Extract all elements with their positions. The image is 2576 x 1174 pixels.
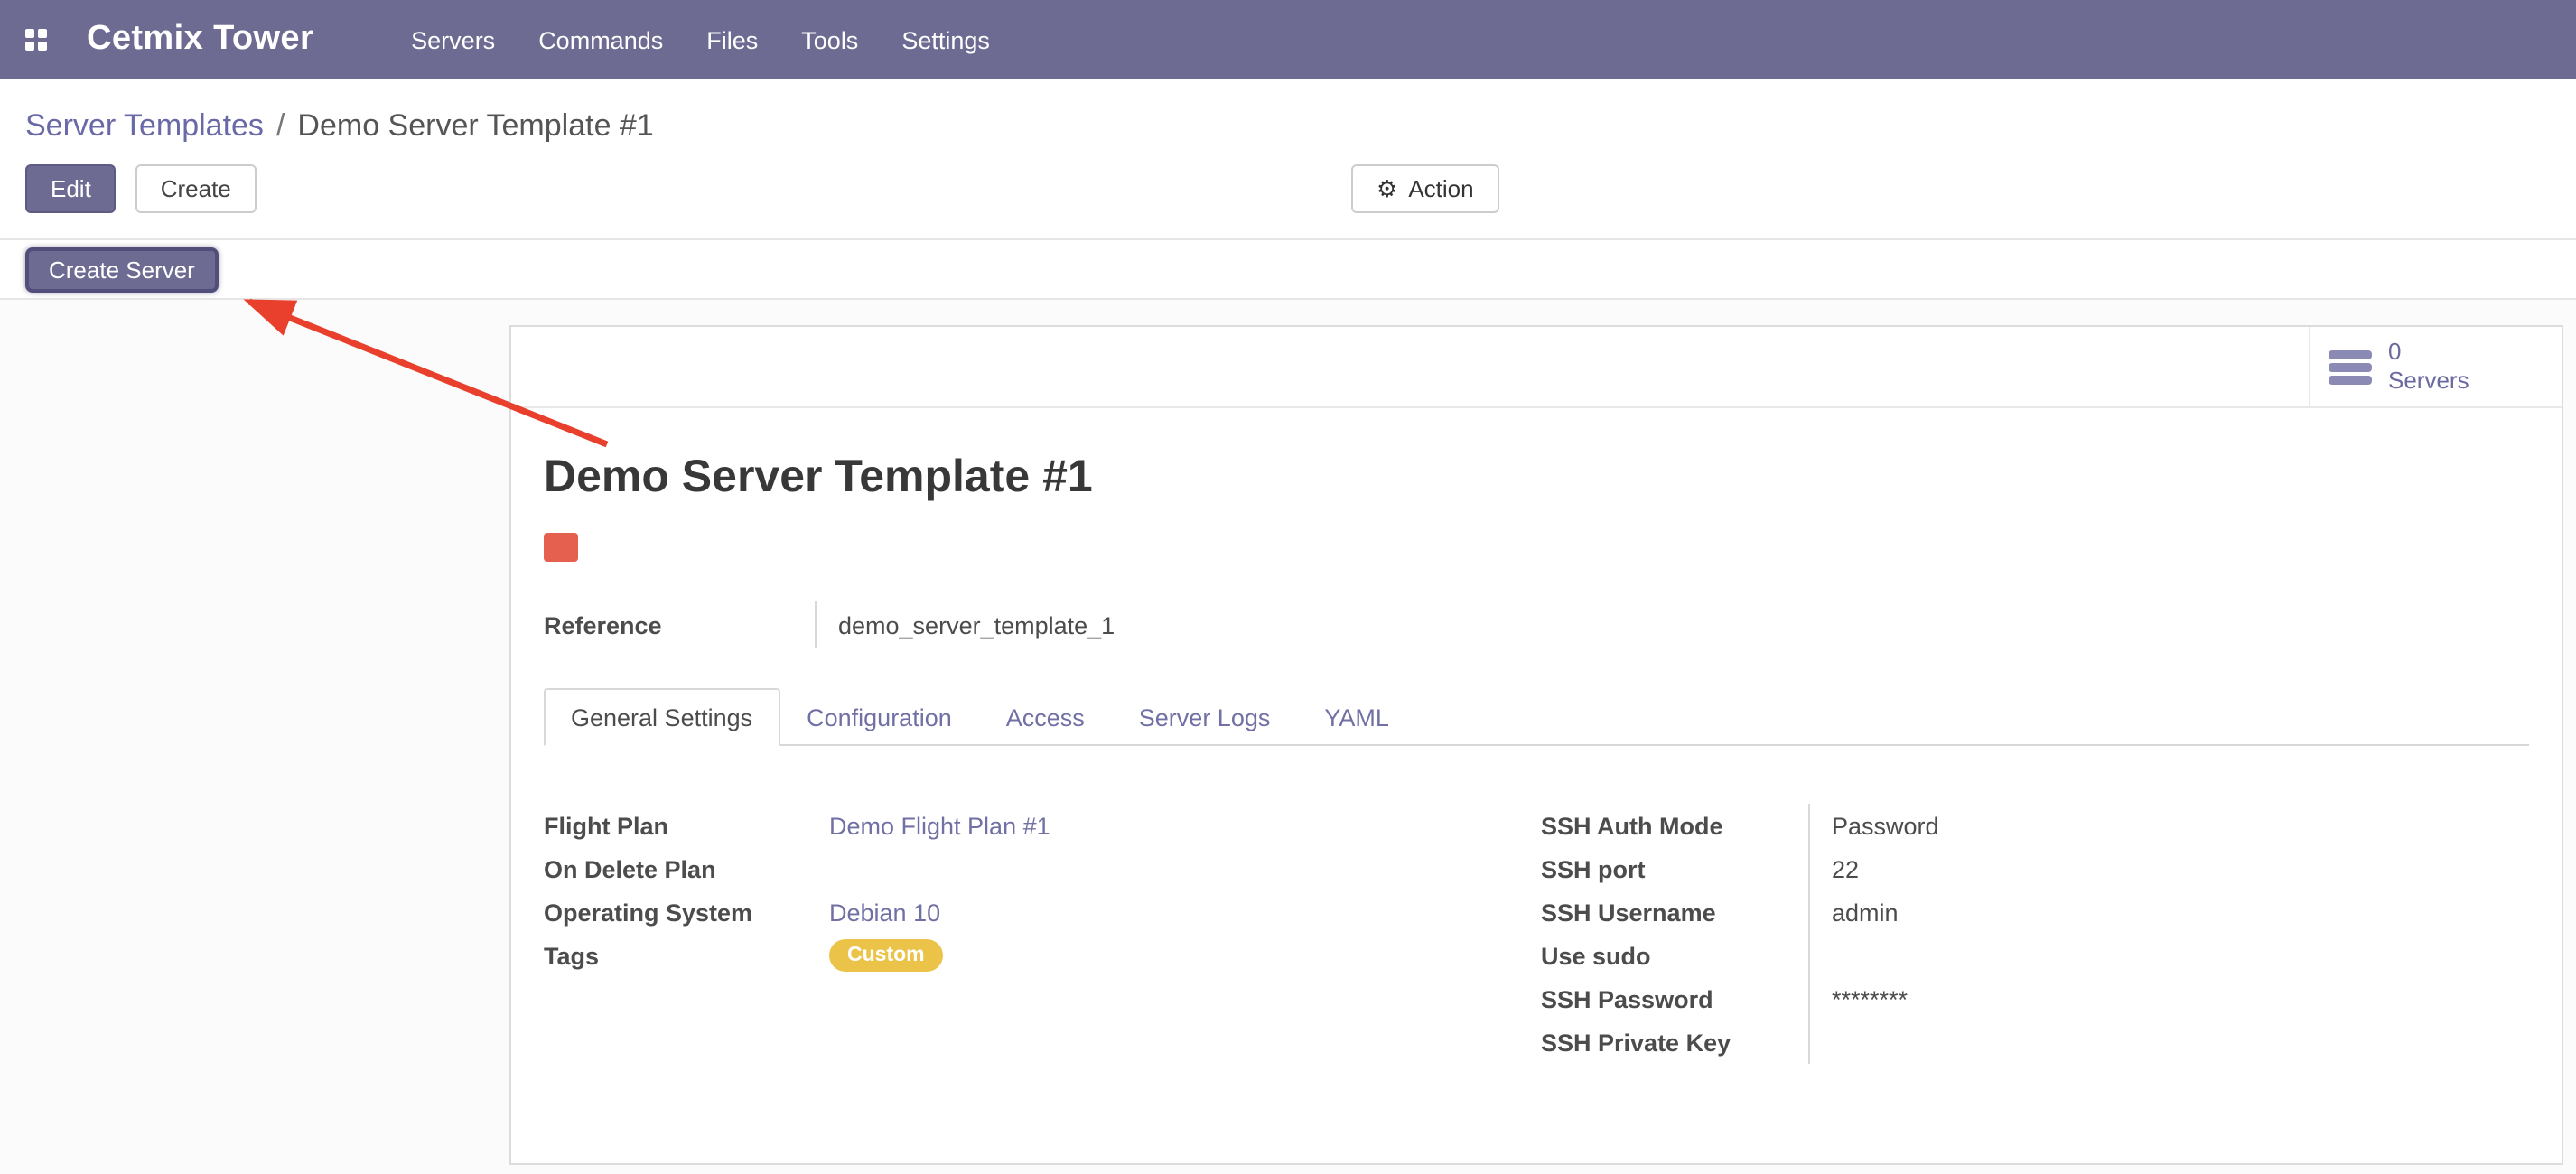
breadcrumb-link-server-templates[interactable]: Server Templates <box>25 108 264 144</box>
breadcrumb-current: Demo Server Template #1 <box>297 108 653 144</box>
tag-badge-custom[interactable]: Custom <box>829 938 943 972</box>
reference-label: Reference <box>544 611 815 638</box>
servers-icon <box>2329 349 2372 384</box>
top-navbar: Cetmix Tower Servers Commands Files Tool… <box>0 0 2576 79</box>
operating-system-value-link[interactable]: Debian 10 <box>829 899 940 926</box>
gear-icon: ⚙ <box>1377 177 1397 200</box>
ssh-username-value: admin <box>1832 899 1899 926</box>
create-server-button[interactable]: Create Server <box>25 247 219 293</box>
notebook-tabs: General Settings Configuration Access Se… <box>544 688 2529 746</box>
menu-item-tools[interactable]: Tools <box>779 1 880 79</box>
on-delete-plan-label: On Delete Plan <box>544 847 829 890</box>
toolbar: Edit Create ⚙ Action <box>0 164 2576 238</box>
ssh-password-label: SSH Password <box>1541 977 1808 1020</box>
servers-count-label: Servers <box>2388 367 2469 395</box>
menu-item-servers[interactable]: Servers <box>389 1 517 79</box>
edit-button[interactable]: Edit <box>25 164 117 213</box>
apps-grid-icon[interactable] <box>25 29 47 51</box>
ssh-values-divider: Password 22 admin ******** <box>1808 804 2529 1064</box>
breadcrumb: Server Templates / Demo Server Template … <box>0 79 2576 148</box>
ssh-port-value: 22 <box>1832 855 1859 882</box>
reference-value: demo_server_template_1 <box>838 611 1115 638</box>
tab-access[interactable]: Access <box>979 688 1112 744</box>
main-menu: Servers Commands Files Tools Settings <box>389 1 1012 79</box>
ssh-username-label: SSH Username <box>1541 890 1808 934</box>
menu-item-settings[interactable]: Settings <box>880 1 1012 79</box>
create-button[interactable]: Create <box>135 164 257 213</box>
tab-server-logs[interactable]: Server Logs <box>1112 688 1298 744</box>
servers-count: 0 <box>2388 339 2469 367</box>
tags-label: Tags <box>544 934 829 977</box>
ssh-private-key-label: SSH Private Key <box>1541 1020 1808 1064</box>
servers-stat-button[interactable]: 0 Servers <box>2309 327 2562 406</box>
page-title: Demo Server Template #1 <box>544 452 2529 504</box>
tab-configuration[interactable]: Configuration <box>779 688 979 744</box>
flight-plan-value-link[interactable]: Demo Flight Plan #1 <box>829 812 1050 839</box>
ssh-auth-mode-value: Password <box>1832 812 1939 839</box>
action-button-label: Action <box>1408 175 1473 202</box>
tab-yaml[interactable]: YAML <box>1297 688 1416 744</box>
ssh-password-value: ******** <box>1832 985 1908 1012</box>
field-reference: Reference demo_server_template_1 <box>544 601 2529 648</box>
tab-general-settings[interactable]: General Settings <box>544 688 779 746</box>
brand-title[interactable]: Cetmix Tower <box>87 20 313 60</box>
flight-plan-label: Flight Plan <box>544 804 829 847</box>
sheet-body: Demo Server Template #1 Reference demo_s… <box>511 452 2562 1064</box>
action-button[interactable]: ⚙ Action <box>1351 164 1499 213</box>
button-box: 0 Servers <box>511 327 2562 408</box>
app-window: Cetmix Tower Servers Commands Files Tool… <box>0 0 2576 1174</box>
breadcrumb-separator: / <box>276 108 285 144</box>
menu-item-files[interactable]: Files <box>685 1 779 79</box>
operating-system-label: Operating System <box>544 890 829 934</box>
ssh-auth-mode-label: SSH Auth Mode <box>1541 804 1808 847</box>
vertical-divider <box>815 601 817 648</box>
server-template-sheet: 0 Servers Demo Server Template #1 Refere… <box>509 325 2563 1165</box>
menu-item-commands[interactable]: Commands <box>517 1 685 79</box>
color-swatch[interactable] <box>544 533 578 562</box>
general-settings-panel: Flight Plan On Delete Plan Operating Sys… <box>544 804 2529 1064</box>
use-sudo-label: Use sudo <box>1541 934 1808 977</box>
fields-column-right: SSH Auth Mode SSH port SSH Username Use … <box>1541 804 2529 1064</box>
content-area: 0 Servers Demo Server Template #1 Refere… <box>0 300 2576 1174</box>
form-action-bar: Create Server <box>0 238 2576 300</box>
ssh-port-label: SSH port <box>1541 847 1808 890</box>
fields-column-left: Flight Plan On Delete Plan Operating Sys… <box>544 804 1541 1064</box>
